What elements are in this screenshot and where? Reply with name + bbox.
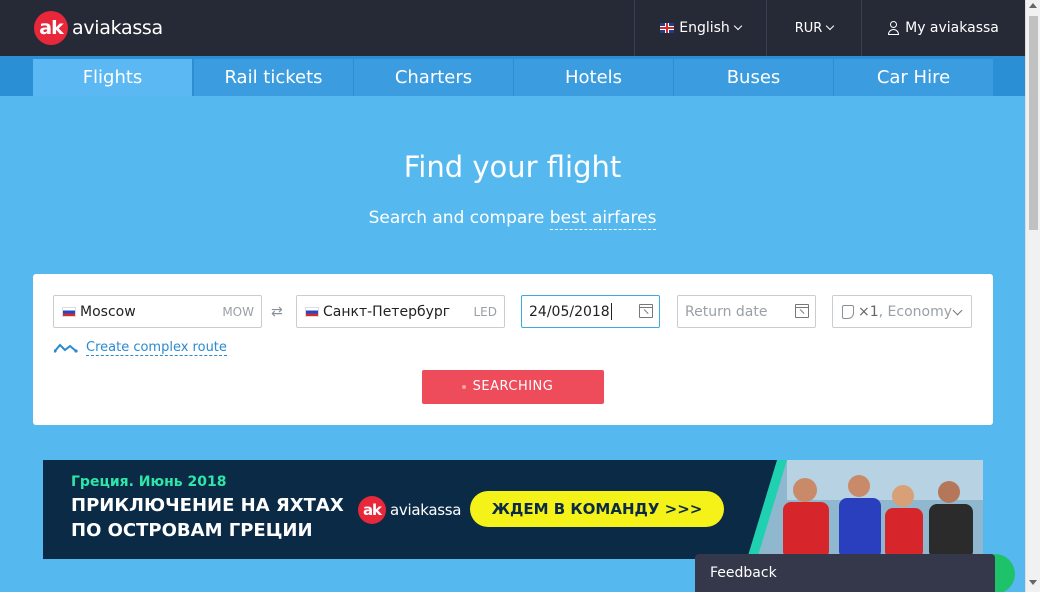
complex-route-label: Create complex route — [86, 340, 227, 356]
banner-subtitle: Греция. Июнь 2018 — [71, 474, 227, 490]
origin-city: Moscow — [80, 303, 136, 320]
chevron-down-icon — [952, 305, 963, 316]
subtitle-text: Search and compare — [368, 208, 550, 228]
depart-date-value: 24/05/2018 — [529, 303, 610, 320]
cabin-class: , Economy — [878, 303, 953, 320]
return-date-field[interactable]: Return date — [677, 295, 816, 328]
main-nav: Flights Rail tickets Charters Hotels Bus… — [0, 56, 1025, 96]
tab-charters[interactable]: Charters — [354, 59, 513, 96]
currency-selector[interactable]: RUR — [766, 0, 861, 56]
passengers-summary: ×1, Economy — [858, 304, 952, 320]
page-subtitle: Search and compare best airfares — [0, 208, 1025, 230]
swap-directions-icon[interactable]: ⇄ — [271, 304, 283, 320]
site-logo[interactable]: ak aviakassa — [34, 11, 163, 45]
user-icon — [888, 21, 900, 35]
best-airfares-link[interactable]: best airfares — [549, 208, 657, 230]
origin-code: MOW — [222, 305, 254, 319]
logo-mark: ak — [358, 496, 386, 524]
loading-spinner-icon — [462, 385, 466, 389]
russia-flag-icon — [62, 306, 76, 317]
depart-date-field[interactable]: 24/05/2018 — [521, 295, 660, 328]
text-caret — [610, 303, 612, 320]
destination-code: LED — [473, 305, 497, 319]
passengers-class-selector[interactable]: ×1, Economy — [832, 295, 972, 328]
top-header: ak aviakassa English RUR My aviakassa — [0, 0, 1025, 56]
route-icon — [54, 343, 78, 353]
calendar-icon[interactable] — [639, 304, 653, 318]
destination-field[interactable]: Санкт-Петербург LED — [296, 295, 505, 328]
tab-car-hire[interactable]: Car Hire — [834, 59, 993, 96]
chevron-down-icon — [733, 21, 743, 31]
currency-label: RUR — [794, 20, 823, 36]
scroll-up-arrow-icon[interactable] — [1029, 3, 1037, 8]
calendar-icon[interactable] — [795, 304, 809, 318]
banner-cta-button[interactable]: ЖДЕМ В КОМАНДУ >>> — [470, 491, 724, 527]
page-title: Find your flight — [403, 150, 622, 184]
account-link[interactable]: My aviakassa — [861, 0, 1025, 56]
uk-flag-icon — [660, 23, 675, 33]
team-photo-image — [747, 460, 983, 559]
destination-city: Санкт-Петербург — [323, 303, 451, 320]
search-button[interactable]: SEARCHING — [422, 370, 604, 404]
promo-banner[interactable]: Греция. Июнь 2018 ПРИКЛЮЧЕНИЕ НА ЯХТАХ П… — [43, 460, 983, 559]
banner-logo: ak aviakassa — [358, 496, 461, 524]
banner-headline-line2: ПО ОСТРОВАМ ГРЕЦИИ — [71, 520, 313, 541]
page-scrollbar[interactable] — [1025, 0, 1040, 592]
logo-text: aviakassa — [72, 17, 163, 39]
scrollbar-thumb[interactable] — [1029, 16, 1038, 230]
tab-rail-tickets[interactable]: Rail tickets — [194, 59, 353, 96]
search-button-label: SEARCHING — [472, 379, 554, 394]
chevron-down-icon — [826, 21, 835, 31]
complex-route-link[interactable]: Create complex route — [54, 340, 227, 356]
account-label: My aviakassa — [905, 20, 999, 36]
banner-headline-line1: ПРИКЛЮЧЕНИЕ НА ЯХТАХ — [71, 495, 344, 516]
tab-flights[interactable]: Flights — [33, 59, 192, 96]
logo-mark: ak — [34, 11, 68, 45]
feedback-button[interactable]: Feedback — [695, 554, 995, 592]
russia-flag-icon — [305, 306, 319, 317]
banner-logo-text: aviakassa — [390, 501, 462, 519]
language-selector[interactable]: English — [634, 0, 766, 56]
language-label: English — [679, 20, 730, 36]
scroll-down-arrow-icon[interactable] — [1029, 580, 1037, 585]
passenger-seat-icon — [842, 304, 854, 319]
origin-field[interactable]: Moscow MOW — [53, 295, 262, 328]
flight-search-form: Moscow MOW ⇄ Санкт-Петербург LED 24/05/2… — [33, 274, 993, 425]
tab-buses[interactable]: Buses — [674, 59, 833, 96]
return-date-placeholder: Return date — [685, 303, 768, 320]
passenger-count: ×1 — [858, 303, 879, 320]
tab-hotels[interactable]: Hotels — [514, 59, 673, 96]
